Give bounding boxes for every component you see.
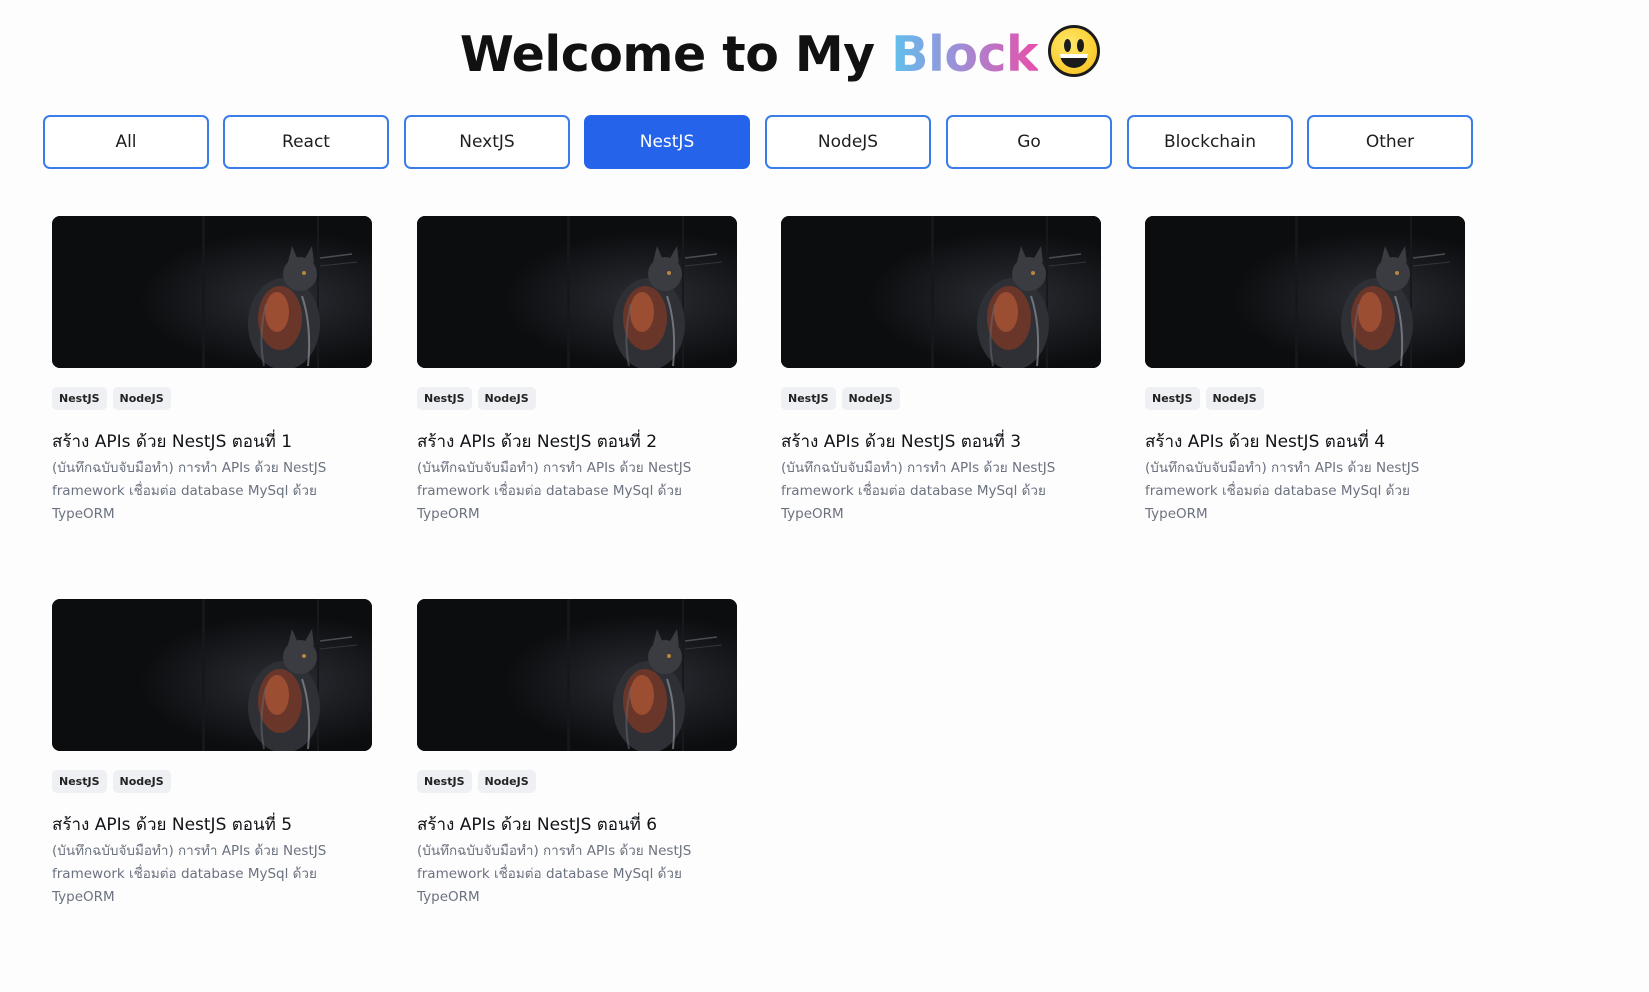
post-card[interactable]: NestJS NodeJS สร้าง APIs ด้วย NestJS ตอน… (1145, 216, 1465, 526)
grinning-face-emoji-icon (1048, 25, 1101, 77)
filter-nodejs-button[interactable]: NodeJS (765, 115, 931, 169)
page: Welcome to My Block All React NextJS Nes… (0, 0, 1649, 992)
post-title[interactable]: สร้าง APIs ด้วย NestJS ตอนที่ 4 (1145, 431, 1465, 453)
tag-badge[interactable]: NodeJS (477, 770, 536, 793)
filter-go-button[interactable]: Go (946, 115, 1112, 169)
post-tags: NestJS NodeJS (417, 387, 737, 411)
post-description: (บันทึกฉบับจับมือทำ) การทำ APIs ด้วย Nes… (781, 460, 1056, 522)
tag-badge[interactable]: NodeJS (477, 387, 536, 410)
post-description: (บันทึกฉบับจับมือทำ) การทำ APIs ด้วย Nes… (1145, 460, 1420, 522)
filter-react-button[interactable]: React (223, 115, 389, 169)
post-title[interactable]: สร้าง APIs ด้วย NestJS ตอนที่ 1 (52, 431, 372, 453)
filter-blockchain-button[interactable]: Blockchain (1127, 115, 1293, 169)
post-title[interactable]: สร้าง APIs ด้วย NestJS ตอนที่ 2 (417, 431, 737, 453)
post-card[interactable]: NestJS NodeJS สร้าง APIs ด้วย NestJS ตอน… (417, 599, 737, 909)
filter-nestjs-button[interactable]: NestJS (584, 115, 750, 169)
tag-badge[interactable]: NestJS (52, 770, 107, 793)
post-title[interactable]: สร้าง APIs ด้วย NestJS ตอนที่ 6 (417, 814, 737, 836)
post-thumbnail-cat-photo[interactable] (417, 599, 737, 751)
post-thumbnail-cat-photo[interactable] (52, 216, 372, 368)
filter-all-button[interactable]: All (43, 115, 209, 169)
post-title[interactable]: สร้าง APIs ด้วย NestJS ตอนที่ 3 (781, 431, 1101, 453)
post-title[interactable]: สร้าง APIs ด้วย NestJS ตอนที่ 5 (52, 814, 372, 836)
post-description: (บันทึกฉบับจับมือทำ) การทำ APIs ด้วย Nes… (52, 460, 327, 522)
title-brand: Block (891, 26, 1039, 83)
post-tags: NestJS NodeJS (417, 770, 737, 794)
tag-badge[interactable]: NestJS (417, 770, 472, 793)
filter-nextjs-button[interactable]: NextJS (404, 115, 570, 169)
filter-other-button[interactable]: Other (1307, 115, 1473, 169)
post-tags: NestJS NodeJS (52, 387, 372, 411)
post-card[interactable]: NestJS NodeJS สร้าง APIs ด้วย NestJS ตอน… (417, 216, 737, 526)
post-tags: NestJS NodeJS (1145, 387, 1465, 411)
page-title: Welcome to My Block (0, 24, 1560, 86)
post-thumbnail-cat-photo[interactable] (781, 216, 1101, 368)
post-thumbnail-cat-photo[interactable] (417, 216, 737, 368)
tag-badge[interactable]: NestJS (417, 387, 472, 410)
title-prefix: Welcome to My (459, 26, 892, 83)
post-tags: NestJS NodeJS (52, 770, 372, 794)
tag-badge[interactable]: NestJS (781, 387, 836, 410)
post-card[interactable]: NestJS NodeJS สร้าง APIs ด้วย NestJS ตอน… (781, 216, 1101, 526)
tag-badge[interactable]: NodeJS (112, 770, 171, 793)
post-description: (บันทึกฉบับจับมือทำ) การทำ APIs ด้วย Nes… (417, 843, 692, 905)
tag-badge[interactable]: NestJS (1145, 387, 1200, 410)
tag-badge[interactable]: NodeJS (112, 387, 171, 410)
tag-badge[interactable]: NestJS (52, 387, 107, 410)
post-thumbnail-cat-photo[interactable] (52, 599, 372, 751)
post-description: (บันทึกฉบับจับมือทำ) การทำ APIs ด้วย Nes… (52, 843, 327, 905)
post-card[interactable]: NestJS NodeJS สร้าง APIs ด้วย NestJS ตอน… (52, 216, 372, 526)
tag-badge[interactable]: NodeJS (1205, 387, 1264, 410)
post-tags: NestJS NodeJS (781, 387, 1101, 411)
tag-badge[interactable]: NodeJS (841, 387, 900, 410)
post-card[interactable]: NestJS NodeJS สร้าง APIs ด้วย NestJS ตอน… (52, 599, 372, 909)
post-thumbnail-cat-photo[interactable] (1145, 216, 1465, 368)
post-description: (บันทึกฉบับจับมือทำ) การทำ APIs ด้วย Nes… (417, 460, 692, 522)
